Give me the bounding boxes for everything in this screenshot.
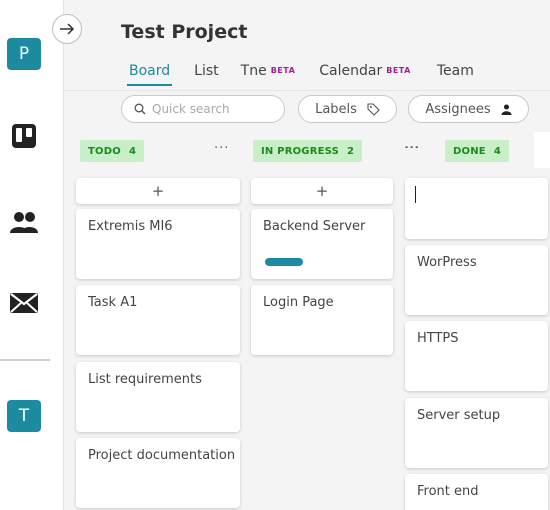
card-title: List requirements	[88, 372, 202, 387]
person-icon	[501, 104, 512, 115]
card-label-bar	[265, 258, 303, 266]
project-header: Test Project Board List Tne BETA Calendar…	[64, 0, 550, 90]
text-cursor	[415, 186, 416, 203]
column-name: IN PROGRESS	[261, 145, 339, 157]
column-count: 4	[128, 145, 137, 157]
task-card[interactable]: Extremis MI6	[76, 209, 240, 279]
status-badge: IN PROGRESS 2	[253, 140, 363, 162]
task-card[interactable]: Front end	[405, 474, 548, 510]
tab-tne[interactable]: Tne BETA	[233, 62, 304, 86]
labels-filter-button[interactable]: Labels	[298, 95, 397, 123]
view-tabs: Board List Tne BETA Calendar BETA Team	[121, 62, 482, 86]
column-count: 4	[493, 145, 501, 157]
filter-bar: Labels Assignees	[64, 90, 550, 126]
page-title: Test Project	[121, 21, 248, 43]
card-title: Task A1	[88, 295, 138, 310]
workspace-letter: T	[18, 406, 30, 426]
task-card[interactable]: Login Page	[251, 285, 393, 355]
card-title: Login Page	[263, 295, 334, 310]
card-title: Server setup	[417, 408, 501, 423]
new-card-input[interactable]	[405, 178, 548, 239]
tab-list[interactable]: List	[186, 62, 226, 86]
task-card[interactable]: WorPress	[405, 245, 548, 315]
labels-label: Labels	[315, 101, 357, 117]
task-card[interactable]: Project documentation	[76, 438, 240, 508]
sidebar-divider	[0, 359, 50, 361]
task-card[interactable]: HTTPS	[405, 321, 548, 391]
tab-team[interactable]: Team	[429, 62, 482, 86]
tab-board[interactable]: Board	[121, 62, 178, 86]
status-badge: TODO 4	[80, 140, 145, 162]
workspace-sidebar: P T	[0, 0, 64, 510]
task-card[interactable]: Server setup	[405, 398, 548, 468]
add-card-button[interactable]: +	[76, 178, 240, 204]
quick-search[interactable]	[121, 95, 285, 123]
search-icon	[134, 103, 146, 115]
tab-label: Team	[436, 63, 474, 79]
card-title: Backend Server	[263, 219, 366, 234]
search-input[interactable]	[152, 102, 262, 116]
column-count: 2	[347, 145, 355, 157]
task-card[interactable]: List requirements	[76, 362, 240, 432]
team-icon[interactable]	[8, 207, 40, 237]
beta-badge: BETA	[270, 66, 296, 75]
tab-calendar[interactable]: Calendar BETA	[311, 62, 419, 86]
task-card[interactable]: Task A1	[76, 285, 240, 355]
collapse-sidebar-button[interactable]	[52, 14, 82, 44]
beta-badge: BETA	[386, 66, 411, 75]
card-title: Front end	[417, 484, 479, 499]
tab-label: Tne	[240, 63, 267, 79]
workspace-avatar-p[interactable]: P	[7, 38, 41, 70]
tab-label: Calendar	[319, 63, 383, 79]
workspace-avatar-t[interactable]: T	[7, 400, 41, 432]
column-menu-button[interactable]: ···	[214, 140, 229, 158]
assignees-label: Assignees	[425, 101, 491, 117]
tag-icon	[367, 102, 380, 116]
tab-label: Board	[129, 63, 171, 79]
card-title: Extremis MI6	[88, 219, 173, 234]
card-title: Project documentation	[88, 448, 236, 463]
column-name: DONE	[453, 145, 486, 157]
board-scroll-edge	[534, 132, 550, 168]
board-icon[interactable]	[8, 121, 40, 151]
status-badge: DONE 4	[445, 140, 509, 162]
assignees-filter-button[interactable]: Assignees	[408, 95, 529, 123]
tab-label: List	[194, 63, 219, 79]
task-card[interactable]: Backend Server	[251, 209, 393, 279]
mail-icon[interactable]	[8, 288, 40, 318]
card-title: HTTPS	[417, 331, 459, 346]
arrow-right-icon	[60, 23, 75, 35]
card-title: WorPress	[417, 255, 477, 270]
workspace-letter: P	[18, 44, 30, 64]
column-name: TODO	[88, 145, 121, 157]
column-menu-button[interactable]: ···	[404, 140, 419, 158]
add-card-button[interactable]: +	[251, 178, 393, 204]
main-content: Test Project Board List Tne BETA Calendar…	[64, 0, 550, 510]
